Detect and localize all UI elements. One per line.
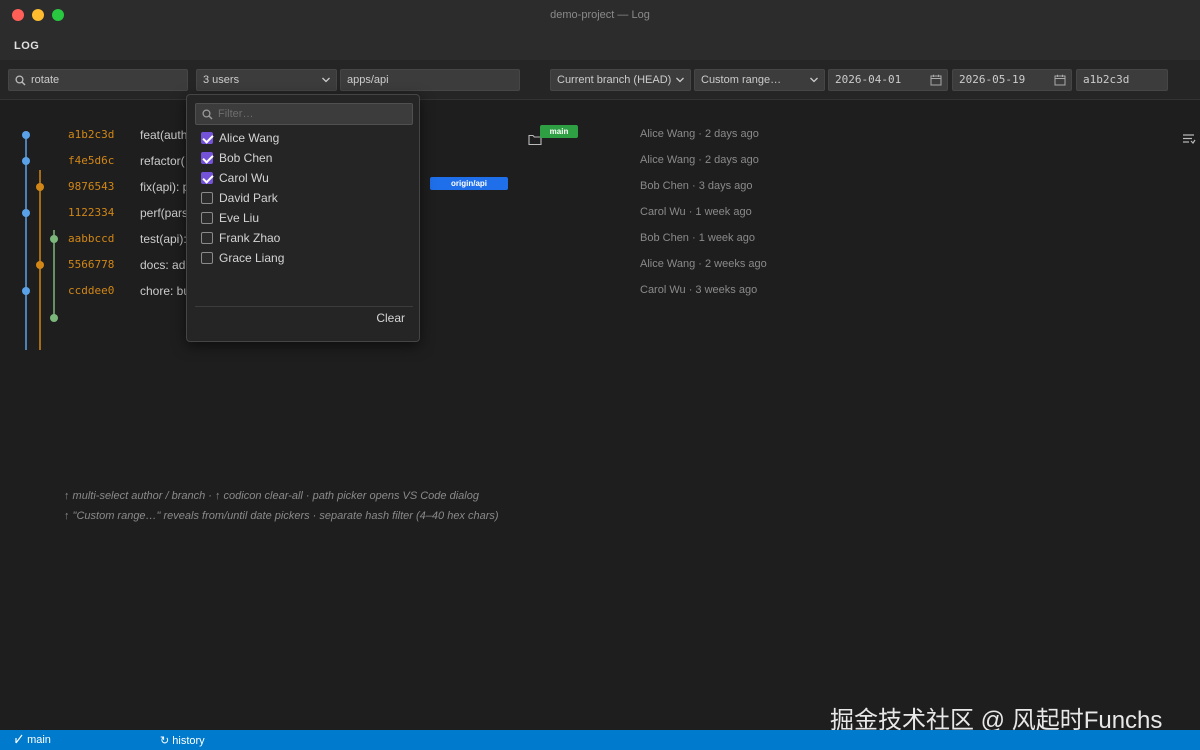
clear-button[interactable]: Clear	[376, 311, 405, 325]
commit-hash[interactable]: a1b2c3d	[68, 128, 114, 141]
commit-hash[interactable]: 9876543	[68, 180, 114, 193]
user-option[interactable]: Grace Liang	[201, 249, 401, 267]
user-option-label: Alice Wang	[219, 131, 280, 145]
commit-message: feat(auth	[140, 128, 186, 142]
hint-note-1: ↑ multi-select author / branch · ↑ codic…	[64, 490, 479, 502]
status-branch[interactable]: main	[14, 734, 51, 746]
branch-badge-origin-api[interactable]: origin/api	[430, 177, 508, 190]
search-input[interactable]	[31, 70, 187, 90]
commit-author-date: Bob Chen · 1 week ago	[640, 232, 755, 244]
user-option[interactable]: David Park	[201, 189, 401, 207]
calendar-icon[interactable]	[930, 74, 942, 86]
commit-author-date: Alice Wang · 2 weeks ago	[640, 258, 767, 270]
commit-message: refactor(	[140, 154, 185, 168]
users-dropdown: Alice Wang Bob Chen Carol Wu David Park …	[186, 94, 420, 342]
commit-message: fix(api): p	[140, 180, 186, 194]
user-option-label: Frank Zhao	[219, 231, 281, 245]
user-filter-input[interactable]	[218, 104, 412, 124]
user-checkbox[interactable]	[201, 252, 213, 264]
commit-message: test(api):	[140, 232, 186, 246]
date-range-select-value: Custom range…	[701, 74, 782, 86]
search-icon	[15, 75, 26, 86]
user-option-label: Eve Liu	[219, 211, 260, 225]
user-option-label: Bob Chen	[219, 151, 273, 165]
commit-author-date: Bob Chen · 3 days ago	[640, 180, 753, 192]
path-field[interactable]	[340, 69, 520, 91]
hash-filter-input[interactable]	[1083, 70, 1167, 90]
commit-row[interactable]: 9876543 fix(api): p origin/api Bob Chen …	[0, 174, 1200, 200]
commit-node[interactable]	[50, 314, 58, 322]
commit-row[interactable]: aabbccd test(api): Bob Chen · 1 week ago	[0, 226, 1200, 252]
commit-message: chore: bu	[140, 284, 186, 298]
users-select-value: 3 users	[203, 74, 240, 86]
commit-message: perf(pars	[140, 206, 186, 220]
dropdown-divider	[195, 306, 413, 307]
until-date-value: 2026-05-19	[959, 73, 1026, 86]
user-option[interactable]: Frank Zhao	[201, 229, 401, 247]
git-branch-icon	[15, 734, 23, 744]
user-checkbox[interactable]	[201, 152, 213, 164]
status-history-label: history	[172, 735, 205, 747]
user-option-label: David Park	[219, 191, 278, 205]
user-checkbox[interactable]	[201, 212, 213, 224]
path-input[interactable]	[347, 70, 519, 90]
user-checkbox[interactable]	[201, 232, 213, 244]
branch-badge-main[interactable]: main	[540, 125, 578, 138]
commit-author-date: Carol Wu · 1 week ago	[640, 206, 752, 218]
commit-hash[interactable]: f4e5d6c	[68, 154, 114, 167]
commit-hash[interactable]: 1122334	[68, 206, 114, 219]
commit-hash[interactable]: ccddee0	[68, 284, 114, 297]
search-box[interactable]	[8, 69, 188, 91]
user-filter-box[interactable]	[195, 103, 413, 125]
panel-title: LOG	[14, 40, 40, 52]
chevron-down-icon	[810, 77, 818, 83]
commit-row[interactable]: 5566778 docs: ad Alice Wang · 2 weeks ag…	[0, 252, 1200, 278]
calendar-icon[interactable]	[1054, 74, 1066, 86]
hash-filter-field[interactable]	[1076, 69, 1168, 91]
commit-author-date: Alice Wang · 2 days ago	[640, 128, 759, 140]
user-checkbox[interactable]	[201, 132, 213, 144]
app-window: demo-project — Log LOG 3 users Current b…	[0, 0, 1200, 750]
user-checkbox[interactable]	[201, 172, 213, 184]
user-option[interactable]: Bob Chen	[201, 149, 401, 167]
user-option[interactable]: Carol Wu	[201, 169, 401, 187]
commit-author-date: Alice Wang · 2 days ago	[640, 154, 759, 166]
commit-row[interactable]: f4e5d6c refactor( Alice Wang · 2 days ag…	[0, 148, 1200, 174]
commit-hash[interactable]: aabbccd	[68, 232, 114, 245]
window-title: demo-project — Log	[550, 9, 650, 21]
user-option[interactable]: Alice Wang	[201, 129, 401, 147]
status-history[interactable]: ↻ history	[160, 734, 205, 747]
users-select[interactable]: 3 users	[196, 69, 337, 91]
search-icon	[202, 109, 213, 120]
chevron-down-icon	[322, 77, 330, 83]
until-date-picker[interactable]: 2026-05-19	[952, 69, 1072, 91]
user-checkbox[interactable]	[201, 192, 213, 204]
branch-select-value: Current branch (HEAD)	[557, 74, 672, 86]
commit-message: docs: ad	[140, 258, 186, 272]
commit-row[interactable]: ccddee0 chore: bu Carol Wu · 3 weeks ago	[0, 278, 1200, 304]
status-branch-label: main	[27, 734, 51, 746]
filter-toolbar: 3 users Current branch (HEAD) Custom ran…	[0, 60, 1200, 146]
commit-row[interactable]: 1122334 perf(pars Carol Wu · 1 week ago	[0, 200, 1200, 226]
from-date-value: 2026-04-01	[835, 73, 902, 86]
user-option[interactable]: Eve Liu	[201, 209, 401, 227]
hint-note-2: ↑ "Custom range…" reveals from/until dat…	[64, 510, 499, 522]
chevron-down-icon	[676, 77, 684, 83]
commit-row[interactable]: a1b2c3d feat(auth main Alice Wang · 2 da…	[0, 122, 1200, 148]
commit-author-date: Carol Wu · 3 weeks ago	[640, 284, 758, 296]
status-bar: main ↻ history	[0, 730, 1200, 750]
branch-select[interactable]: Current branch (HEAD)	[550, 69, 691, 91]
commit-hash[interactable]: 5566778	[68, 258, 114, 271]
title-bar: demo-project — Log	[0, 0, 1200, 32]
panel-header: LOG	[0, 32, 1200, 60]
date-range-select[interactable]: Custom range…	[694, 69, 825, 91]
history-icon: ↻	[160, 735, 170, 747]
user-option-label: Carol Wu	[219, 171, 269, 185]
user-option-label: Grace Liang	[219, 251, 285, 265]
from-date-picker[interactable]: 2026-04-01	[828, 69, 948, 91]
